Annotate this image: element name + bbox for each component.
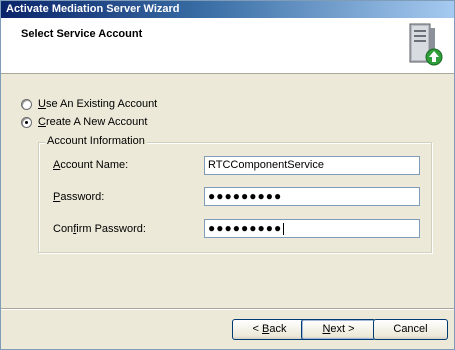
wizard-window: Activate Mediation Server Wizard Select …	[0, 0, 455, 350]
create-new-account-label: Create A New Account	[38, 116, 148, 128]
confirm-password-value: ●●●●●●●●●	[208, 221, 283, 235]
account-information-legend: Account Information	[45, 135, 147, 147]
account-name-input[interactable]: RTCComponentService	[204, 156, 420, 175]
cancel-button[interactable]: Cancel	[373, 319, 448, 340]
use-existing-account-option[interactable]: Use An Existing Account	[21, 97, 157, 111]
create-new-account-radio[interactable]	[21, 116, 32, 128]
wizard-header: Select Service Account	[1, 18, 454, 74]
create-new-account-option[interactable]: Create A New Account	[21, 115, 147, 129]
use-existing-account-radio[interactable]	[21, 98, 32, 110]
password-input[interactable]: ●●●●●●●●●	[204, 187, 420, 206]
server-upgrade-icon	[409, 23, 443, 66]
page-title: Select Service Account	[21, 28, 143, 40]
password-label: Password:	[53, 191, 105, 203]
text-caret	[283, 222, 285, 235]
next-button[interactable]: Next >	[301, 319, 376, 340]
confirm-password-label: Confirm Password:	[53, 223, 146, 235]
confirm-password-input[interactable]: ●●●●●●●●●	[204, 219, 420, 238]
back-button[interactable]: < Back	[232, 319, 307, 340]
footer-divider	[1, 308, 454, 310]
title-bar[interactable]: Activate Mediation Server Wizard	[1, 1, 454, 18]
use-existing-account-label: Use An Existing Account	[38, 98, 158, 110]
account-name-label: Account Name:	[53, 159, 129, 171]
window-title: Activate Mediation Server Wizard	[6, 3, 180, 15]
